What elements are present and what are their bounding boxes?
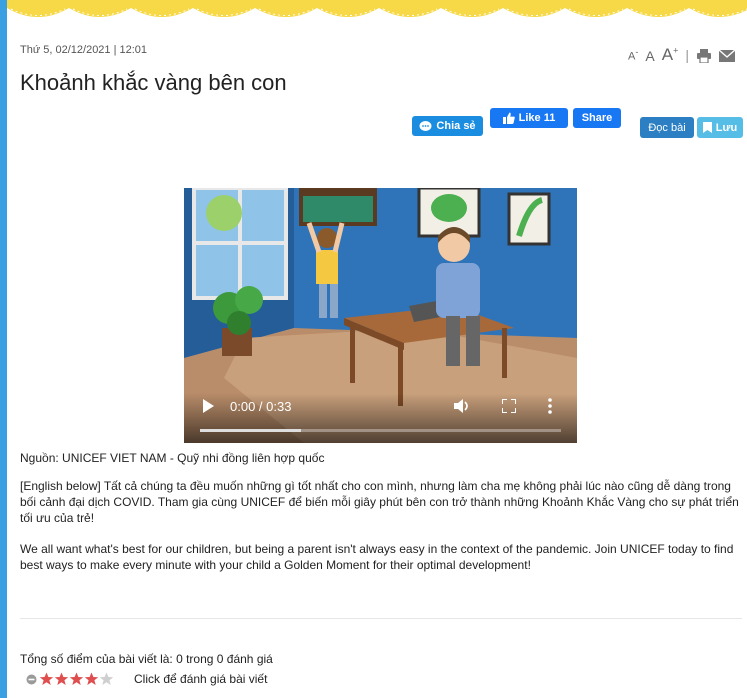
print-icon[interactable]	[696, 49, 712, 64]
video-progress-track[interactable]	[200, 429, 561, 432]
font-decrease-button[interactable]: A-	[628, 48, 638, 63]
bookmark-icon	[702, 122, 712, 133]
facebook-share-button[interactable]: Share	[573, 108, 621, 128]
font-increase-button[interactable]: A+	[662, 46, 679, 63]
rating-star-3[interactable]	[69, 672, 84, 686]
article-title: Khoảnh khắc vàng bên con	[20, 70, 287, 95]
read-article-button[interactable]: Đọc bài	[640, 117, 694, 138]
rating-widget: Click để đánh giá bài viết	[26, 672, 267, 686]
video-progress-fill	[200, 429, 302, 432]
like-count-label: Like 11	[518, 112, 556, 124]
fullscreen-icon[interactable]	[502, 399, 516, 413]
video-control-bar: 0:00 / 0:33	[184, 393, 577, 443]
facebook-like-button[interactable]: Like 11	[490, 108, 568, 128]
rating-star-5[interactable]	[99, 672, 114, 686]
article-paragraph-vi: [English below] Tất cả chúng ta đều muốn…	[20, 479, 739, 525]
zalo-share-button[interactable]: Chia sẻ	[412, 116, 483, 136]
page-frame-border	[0, 0, 7, 698]
volume-icon[interactable]	[454, 399, 470, 413]
rating-star-1[interactable]	[39, 672, 54, 686]
font-normal-button[interactable]: A	[645, 49, 654, 63]
video-player[interactable]: 0:00 / 0:33	[184, 188, 577, 443]
more-options-icon[interactable]	[548, 398, 552, 414]
article-date: Thứ 5, 02/12/2021 | 12:01	[20, 44, 148, 56]
rating-star-4[interactable]	[84, 672, 99, 686]
video-time: 0:00 / 0:33	[230, 399, 292, 414]
cancel-rating-icon[interactable]	[26, 674, 37, 685]
mail-icon[interactable]	[718, 49, 736, 63]
section-divider	[20, 618, 742, 619]
rating-stars	[39, 672, 114, 686]
save-button[interactable]: Lưu	[697, 117, 743, 138]
rating-summary: Tổng số điểm của bài viết là: 0 trong 0 …	[20, 652, 273, 666]
font-size-toolbar: A- A A+ |	[628, 46, 736, 64]
thumbs-up-icon	[502, 112, 515, 124]
article-paragraph-en: We all want what's best for our children…	[20, 542, 734, 572]
article-page: Thứ 5, 02/12/2021 | 12:01 Khoảnh khắc và…	[7, 0, 747, 698]
rate-article-link[interactable]: Click để đánh giá bài viết	[134, 672, 267, 686]
rating-star-2[interactable]	[54, 672, 69, 686]
play-icon[interactable]	[202, 399, 214, 413]
toolbar-separator: |	[685, 47, 689, 63]
chat-bubble-icon	[419, 120, 432, 131]
zalo-share-label: Chia sẻ	[436, 120, 476, 132]
save-label: Lưu	[715, 121, 738, 134]
article-source: Nguồn: UNICEF VIET NAM - Quỹ nhi đồng li…	[20, 451, 325, 465]
